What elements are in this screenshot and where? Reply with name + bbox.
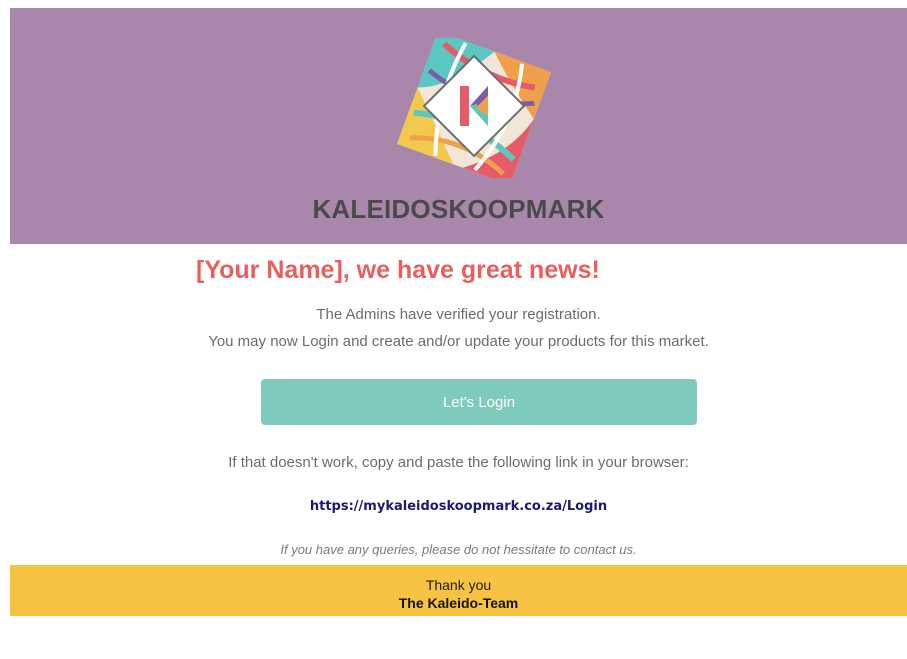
thank-you-text: Thank you [425, 577, 492, 593]
team-signature: The Kaleido-Team [398, 595, 519, 611]
email-header: KALEIDOSKOOPMARK [10, 8, 907, 244]
login-link[interactable]: https://mykaleidoskoopmark.co.za/Login [10, 499, 907, 514]
fallback-instructions: If that doesn't work, copy and paste the… [228, 454, 689, 471]
queries-note: If you have any queries, please do not h… [280, 542, 637, 557]
kaleidoscope-k-logo [397, 38, 551, 178]
brand-name: KALEIDOSKOOPMARK [312, 194, 605, 224]
headline: [Your Name], we have great news! [196, 256, 600, 284]
login-button[interactable]: Let's Login [261, 379, 697, 425]
email-container: KALEIDOSKOOPMARK [Your Name], we have gr… [10, 8, 907, 659]
email-footer: Thank you The Kaleido-Team [10, 565, 907, 616]
login-instructions: You may now Login and create and/or upda… [208, 333, 709, 350]
verified-message: The Admins have verified your registrati… [316, 306, 601, 323]
